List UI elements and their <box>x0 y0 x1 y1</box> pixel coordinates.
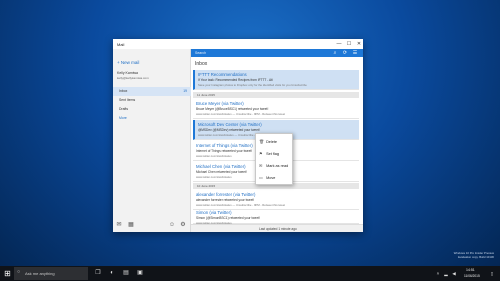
taskbar: ⊞ ○ Ask me anything ❐ ◐ ▤ ▣ ˄ ▂ ◀ 14:51 … <box>0 266 500 281</box>
context-menu-label: Set flag <box>266 152 279 156</box>
maximize-button[interactable]: ☐ <box>345 40 353 48</box>
context-menu-move[interactable]: ▭ Move <box>256 172 294 183</box>
browser-icon[interactable]: ◐ <box>106 267 118 280</box>
store-icon[interactable]: ▣ <box>134 267 146 280</box>
trash-icon: 🗑 <box>259 139 265 144</box>
last-updated-text: Last updated 1 minute ago <box>259 227 297 231</box>
folder-item-more[interactable]: More <box>113 114 191 123</box>
task-view-icon[interactable]: ❐ <box>92 267 104 280</box>
message-subject: Simon (@SimonBSC1) retweeted your tweet! <box>196 216 261 220</box>
navigation-pane: + New mail Kelly Kamiwa kelly@kellykamiw… <box>113 49 191 232</box>
folder-label: Drafts <box>119 107 129 111</box>
context-menu-label: Delete <box>266 140 278 144</box>
search-input[interactable]: Search <box>195 51 206 55</box>
build-watermark: Windows 10 Pro Insider Preview Evaluatio… <box>424 251 494 259</box>
network-icon[interactable]: ▂ <box>442 268 450 279</box>
new-mail-button[interactable]: + New mail <box>117 60 139 65</box>
message-sender: Simon (via Twitter) <box>196 210 232 215</box>
smiley-icon[interactable]: ☺ <box>168 221 176 229</box>
window-title: Mail <box>117 42 125 47</box>
context-menu: 🗑 Delete ⚑ Set flag ✉ Mark as read ▭ Mov… <box>255 133 293 185</box>
mail-icon[interactable]: ✉ <box>115 221 123 229</box>
message-subject: @MSDev (@MSDev) retweeted your tweet! <box>198 128 260 132</box>
search-placeholder: Ask me anything <box>25 271 55 276</box>
clock-date[interactable]: 11/06/2015 <box>464 274 480 278</box>
search-icon: ○ <box>17 269 21 275</box>
folder-item-inbox[interactable]: Inbox 19 <box>113 87 191 96</box>
status-footer: Last updated 1 minute ago <box>191 224 363 232</box>
envelope-open-icon: ✉ <box>259 163 263 168</box>
account-email: kelly@kellykamiwa.com <box>117 76 149 80</box>
context-menu-set-flag[interactable]: ⚑ Set flag <box>256 148 294 159</box>
mail-window: Mail — ☐ ✕ + New mail Kelly Kamiwa kelly… <box>113 39 363 232</box>
calendar-icon[interactable]: ▦ <box>127 221 135 229</box>
message-sender: IFTTT Recommendations <box>198 72 247 77</box>
start-button[interactable]: ⊞ <box>2 268 13 279</box>
folder-label: More <box>119 116 127 120</box>
message-preview: www.twitter.com/i/web/status — Unsubscri… <box>196 112 286 116</box>
context-menu-delete[interactable]: 🗑 Delete <box>256 136 294 147</box>
context-menu-label: Move <box>266 176 276 180</box>
flag-icon: ⚑ <box>259 151 263 156</box>
message-subject: alexander forrester retweeted your tweet… <box>196 198 255 202</box>
watermark-line: Evaluation copy. Build 10130 <box>458 255 494 259</box>
title-bar[interactable]: Mail — ☐ ✕ <box>113 39 363 49</box>
context-menu-label: Mark as read <box>266 164 289 168</box>
message-subject: Bruce Meyer (@BruceBSC1) retweeted your … <box>196 107 269 111</box>
folder-label: Inbox <box>119 89 128 93</box>
message-item[interactable]: Bruce Meyer (via Twitter) Bruce Meyer (@… <box>193 99 359 119</box>
message-item[interactable]: IFTTT Recommendations If Your task: Reco… <box>193 70 359 90</box>
sync-icon[interactable]: ⟳ <box>341 49 349 57</box>
context-menu-mark-read[interactable]: ✉ Mark as read <box>256 160 294 171</box>
folder-label: Sent Items <box>119 98 136 102</box>
chevron-up-icon[interactable]: ˄ <box>434 268 442 279</box>
message-sender: alexander forrester (via Twitter) <box>196 192 256 197</box>
settings-icon[interactable]: ⚙ <box>179 221 187 229</box>
folder-title: Inbox <box>195 61 208 67</box>
folder-icon: ▭ <box>259 175 263 180</box>
close-button[interactable]: ✕ <box>355 40 363 48</box>
date-separator: 11 June 2015 <box>193 92 359 98</box>
message-preview: www.twitter.com/i/web/status — Unsubscri… <box>196 203 286 207</box>
message-item[interactable]: alexander forrester (via Twitter) alexan… <box>193 190 359 210</box>
account-name[interactable]: Kelly Kamiwa <box>117 71 138 75</box>
folder-item-drafts[interactable]: Drafts <box>113 105 191 114</box>
folder-item-sent[interactable]: Sent Items <box>113 96 191 105</box>
search-icon[interactable]: ⌕ <box>331 49 339 57</box>
message-subject: If Your task: Recommended Recipes from I… <box>198 78 273 82</box>
clock-time[interactable]: 14:51 <box>466 268 475 272</box>
folder-list: Inbox 19 Sent Items Drafts More <box>113 87 191 123</box>
message-item[interactable]: Simon (via Twitter) Simon (@SimonBSC1) r… <box>193 208 359 225</box>
file-explorer-icon[interactable]: ▤ <box>120 267 132 280</box>
app-switcher: ✉ ▦ ☺ ⚙ <box>113 219 191 232</box>
minimize-button[interactable]: — <box>335 40 343 48</box>
message-sender: Bruce Meyer (via Twitter) <box>196 101 244 106</box>
notifications-icon[interactable]: ▯ <box>488 268 496 279</box>
unread-count: 19 <box>183 89 187 93</box>
volume-icon[interactable]: ◀ <box>450 268 458 279</box>
message-preview: Save your Instagram photos to Dropbox on… <box>198 83 307 87</box>
search-bar[interactable]: Search ⌕ ⟳ ☰ <box>191 49 363 57</box>
message-sender: Microsoft Dev Center (via Twitter) <box>198 122 262 127</box>
select-icon[interactable]: ☰ <box>351 49 359 57</box>
cortana-search-box[interactable]: ○ Ask me anything <box>14 267 88 280</box>
